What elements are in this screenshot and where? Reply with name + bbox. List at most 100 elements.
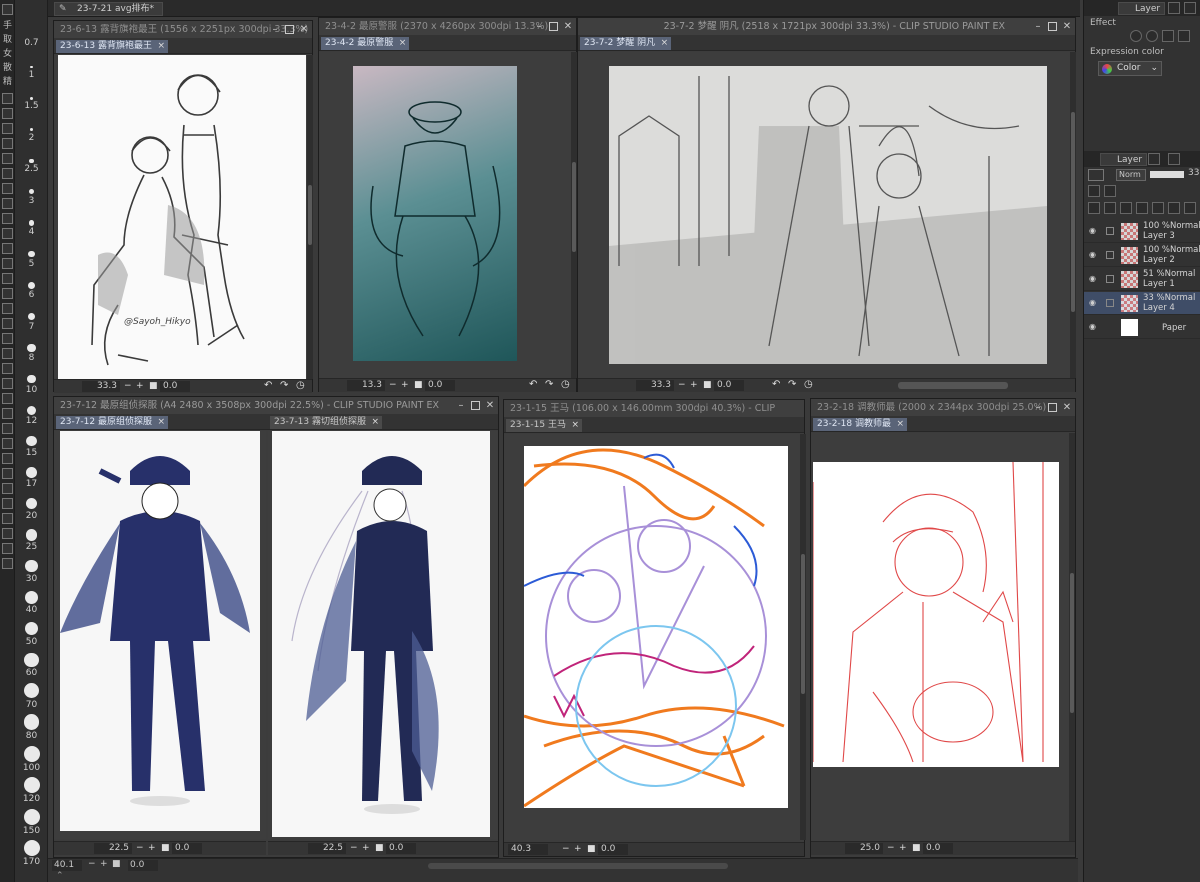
reset-rotation-icon[interactable]: ◷	[296, 380, 305, 391]
zoom-in-button[interactable]: +	[136, 381, 144, 392]
close-icon[interactable]: ×	[157, 416, 165, 429]
rotate-right-icon[interactable]: ↷	[788, 379, 796, 390]
rotate-right-icon[interactable]: ↷	[545, 379, 553, 390]
zoom-in-button[interactable]: +	[690, 380, 698, 391]
rotate-left-icon[interactable]: ↶	[264, 380, 272, 391]
tool-icon[interactable]	[2, 393, 13, 404]
brush-size-label[interactable]: 6	[15, 290, 48, 300]
brush-size-dot[interactable]	[25, 559, 38, 573]
fit-button[interactable]: ■	[912, 843, 921, 854]
zoom-field[interactable]: 25.0	[845, 843, 883, 854]
tool-icon[interactable]	[2, 198, 13, 209]
close-icon[interactable]: ×	[571, 419, 579, 432]
tool-icon[interactable]	[2, 138, 13, 149]
canvas-area-left[interactable]	[54, 431, 266, 839]
minimize-icon[interactable]: –	[1033, 21, 1043, 32]
new-vector-icon[interactable]	[1104, 202, 1116, 214]
brush-size-label[interactable]: 4	[15, 227, 48, 237]
zoom-out-button[interactable]: −	[88, 859, 96, 869]
zoom-out-button[interactable]: −	[350, 843, 358, 854]
brush-size-label[interactable]: 10	[15, 385, 48, 395]
tool-icon[interactable]	[2, 228, 13, 239]
canvas-tab[interactable]: 23-4-2 最原警服 ×	[321, 37, 410, 50]
layer-row[interactable]: ◉ Paper	[1084, 316, 1200, 339]
vertical-scrollbar[interactable]	[800, 434, 806, 840]
tool-icon[interactable]	[2, 453, 13, 464]
brush-size-dot[interactable]	[28, 189, 35, 195]
brush-size-label[interactable]: 15	[15, 448, 48, 458]
zoom-in-button[interactable]: +	[899, 843, 907, 854]
tool-icon[interactable]	[2, 333, 13, 344]
brush-size-dot[interactable]	[27, 343, 36, 352]
brush-size-dot[interactable]	[23, 745, 40, 762]
reset-rotation-icon[interactable]: ◷	[804, 379, 813, 390]
window-title[interactable]: 23-1-15 王马 (106.00 x 146.00mm 300dpi 40.…	[504, 400, 804, 417]
effect-watercolor-icon[interactable]	[1146, 30, 1158, 42]
zoom-in-button[interactable]: +	[574, 844, 582, 855]
canvas-tab[interactable]: 23-6-13 露背旗袍最王 ×	[56, 40, 168, 53]
tool-icon[interactable]	[2, 423, 13, 434]
tool-icon[interactable]	[2, 543, 13, 554]
canvas-tab[interactable]: 23-7-13 霧切组侦探服 ×	[270, 416, 382, 429]
brush-size-label[interactable]: 150	[15, 826, 48, 836]
brush-size-label[interactable]: 120	[15, 794, 48, 804]
layer-checkbox[interactable]	[1106, 299, 1114, 307]
canvas-area[interactable]	[578, 52, 1070, 378]
brush-size-label[interactable]: 30	[15, 574, 48, 584]
canvas-area[interactable]	[811, 433, 1069, 841]
rotate-left-icon[interactable]: ↶	[529, 379, 537, 390]
zoom-out-button[interactable]: −	[136, 843, 144, 854]
brush-size-label[interactable]: 5	[15, 259, 48, 269]
rotation-field[interactable]: 0.0	[923, 843, 953, 854]
zoom-in-button[interactable]: +	[362, 843, 370, 854]
tool-icon[interactable]	[2, 468, 13, 479]
fit-button[interactable]: ■	[149, 381, 158, 392]
canvas-tab[interactable]: 23-7-12 最原组侦探服 ×	[56, 416, 168, 429]
close-icon[interactable]: ×	[157, 40, 165, 53]
brush-size-label[interactable]: 70	[15, 700, 48, 710]
brush-size-dot[interactable]	[25, 529, 38, 541]
maximize-icon[interactable]	[1048, 403, 1057, 412]
tool-icon[interactable]	[2, 273, 13, 284]
eye-icon[interactable]: ◉	[1089, 275, 1099, 283]
tool-icon[interactable]	[2, 318, 13, 329]
fit-button[interactable]: ■	[112, 859, 121, 869]
zoom-field[interactable]: 13.3	[347, 380, 385, 391]
expression-color-select[interactable]: Color ⌄	[1098, 61, 1162, 76]
tool-icon[interactable]	[2, 483, 13, 494]
brush-size-label[interactable]: 8	[15, 353, 48, 363]
zoom-field[interactable]: 40.1	[52, 860, 82, 871]
mask-icon[interactable]	[1168, 202, 1180, 214]
brush-size-dot[interactable]	[24, 590, 39, 604]
brush-size-label[interactable]: 20	[15, 511, 48, 521]
maximize-icon[interactable]	[285, 25, 294, 34]
brush-size-dot[interactable]	[23, 714, 40, 730]
minimize-icon[interactable]: –	[534, 21, 544, 32]
zoom-in-button[interactable]: +	[401, 380, 409, 391]
eye-icon[interactable]: ◉	[1089, 323, 1099, 331]
tool-icon[interactable]	[2, 108, 13, 119]
rotation-field[interactable]: 0.0	[160, 381, 190, 392]
brush-size-dot[interactable]	[28, 282, 35, 289]
canvas-area[interactable]	[319, 52, 571, 378]
canvas-area-right[interactable]	[268, 431, 498, 839]
tool-icon[interactable]	[2, 528, 13, 539]
new-layer-icon[interactable]	[1088, 202, 1100, 214]
brush-size-label[interactable]: 0.7	[15, 38, 48, 48]
rotation-field[interactable]: 0.0	[128, 860, 158, 871]
zoom-in-button[interactable]: +	[148, 843, 156, 854]
zoom-in-button[interactable]: +	[100, 859, 108, 869]
maximize-icon[interactable]	[471, 401, 480, 410]
close-icon[interactable]: ✕	[1062, 402, 1072, 413]
layer-tab-top[interactable]: Layer	[1118, 2, 1166, 15]
brush-size-label[interactable]: 1.5	[15, 101, 48, 111]
eye-icon[interactable]: ◉	[1089, 299, 1099, 307]
zoom-field[interactable]: 33.3	[82, 381, 120, 392]
canvas-tab[interactable]: 23-1-15 王马 ×	[506, 419, 582, 432]
vertical-scrollbar[interactable]	[307, 55, 313, 379]
brush-size-label[interactable]: 2.5	[15, 164, 48, 174]
zoom-out-button[interactable]: −	[562, 844, 570, 855]
rotation-field[interactable]: 0.0	[172, 843, 202, 854]
brush-size-dot[interactable]	[26, 467, 37, 478]
brush-size-label[interactable]: 3	[15, 196, 48, 206]
